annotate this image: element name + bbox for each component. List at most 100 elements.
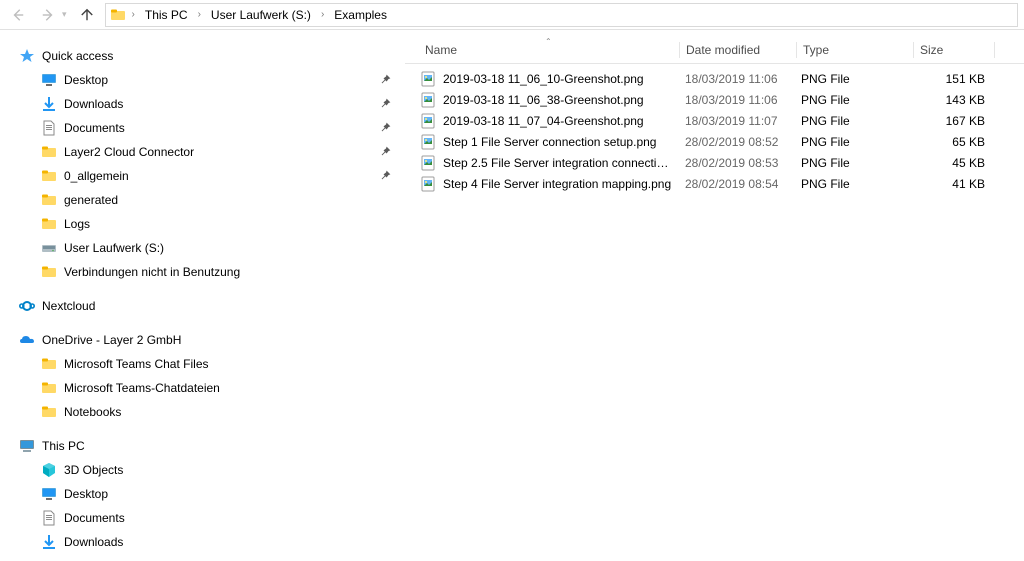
nav-back-button[interactable] bbox=[6, 3, 30, 27]
drive-icon bbox=[40, 239, 58, 257]
tree-item[interactable]: Downloads bbox=[0, 92, 405, 116]
tree-item-label: Downloads bbox=[64, 97, 123, 111]
pin-icon bbox=[381, 146, 391, 159]
document-icon bbox=[40, 509, 58, 527]
chevron-right-icon[interactable]: › bbox=[319, 9, 326, 20]
desktop-icon bbox=[40, 71, 58, 89]
tree-item[interactable]: Notebooks bbox=[0, 400, 405, 424]
file-size: 151 KB bbox=[911, 72, 991, 86]
file-type: PNG File bbox=[795, 156, 911, 170]
file-size: 143 KB bbox=[911, 93, 991, 107]
document-icon bbox=[40, 119, 58, 137]
file-name: Step 1 File Server connection setup.png bbox=[437, 135, 679, 149]
pin-icon bbox=[381, 170, 391, 183]
file-size: 41 KB bbox=[911, 177, 991, 191]
download-icon bbox=[40, 533, 58, 551]
folder-icon bbox=[40, 215, 58, 233]
arrow-left-icon bbox=[11, 8, 25, 22]
tree-item-label: 3D Objects bbox=[64, 463, 123, 477]
folder-icon bbox=[40, 379, 58, 397]
onedrive-icon bbox=[18, 331, 36, 349]
chevron-right-icon[interactable]: › bbox=[130, 9, 137, 20]
file-row[interactable]: Step 1 File Server connection setup.png2… bbox=[405, 131, 1024, 152]
file-row[interactable]: Step 4 File Server integration mapping.p… bbox=[405, 173, 1024, 194]
tree-item[interactable]: Quick access bbox=[0, 44, 405, 68]
file-size: 167 KB bbox=[911, 114, 991, 128]
star-icon bbox=[18, 47, 36, 65]
sort-indicator-icon: ⌃ bbox=[545, 37, 552, 46]
file-type: PNG File bbox=[795, 114, 911, 128]
tree-item[interactable]: User Laufwerk (S:) bbox=[0, 236, 405, 260]
file-type: PNG File bbox=[795, 177, 911, 191]
breadcrumb-examples[interactable]: Examples bbox=[330, 4, 391, 26]
png-file-icon bbox=[419, 71, 437, 87]
tree-item[interactable]: Logs bbox=[0, 212, 405, 236]
file-row[interactable]: 2019-03-18 11_07_04-Greenshot.png18/03/2… bbox=[405, 110, 1024, 131]
column-header-date[interactable]: Date modified bbox=[680, 43, 796, 57]
folder-icon bbox=[40, 167, 58, 185]
file-name: 2019-03-18 11_06_38-Greenshot.png bbox=[437, 93, 679, 107]
breadcrumb-user-laufwerk[interactable]: User Laufwerk (S:) bbox=[207, 4, 315, 26]
chevron-right-icon[interactable]: › bbox=[196, 9, 203, 20]
path-box[interactable]: › This PC › User Laufwerk (S:) › Example… bbox=[105, 3, 1018, 27]
tree-item-label: This PC bbox=[42, 439, 85, 453]
tree-item[interactable]: Layer2 Cloud Connector bbox=[0, 140, 405, 164]
address-bar: ▾ › This PC › User Laufwerk (S:) › Examp… bbox=[0, 0, 1024, 30]
tree-item[interactable]: Microsoft Teams-Chatdateien bbox=[0, 376, 405, 400]
column-divider[interactable] bbox=[994, 42, 995, 58]
tree-item[interactable]: OneDrive - Layer 2 GmbH bbox=[0, 328, 405, 352]
file-date: 18/03/2019 11:06 bbox=[679, 93, 795, 107]
tree-item-label: Quick access bbox=[42, 49, 113, 63]
tree-item-label: Documents bbox=[64, 511, 125, 525]
tree-item-label: User Laufwerk (S:) bbox=[64, 241, 164, 255]
breadcrumb-this-pc[interactable]: This PC bbox=[141, 4, 192, 26]
file-name: Step 4 File Server integration mapping.p… bbox=[437, 177, 679, 191]
tree-item[interactable]: 0_allgemein bbox=[0, 164, 405, 188]
content-pane: ⌃ Name Date modified Type Size 2019-03-1… bbox=[405, 30, 1024, 561]
tree-item-label: OneDrive - Layer 2 GmbH bbox=[42, 333, 181, 347]
tree-item[interactable]: Desktop bbox=[0, 482, 405, 506]
tree-item[interactable]: Nextcloud bbox=[0, 294, 405, 318]
column-header-size[interactable]: Size bbox=[914, 43, 994, 57]
tree-item-label: Layer2 Cloud Connector bbox=[64, 145, 194, 159]
folder-icon bbox=[40, 355, 58, 373]
file-date: 28/02/2019 08:54 bbox=[679, 177, 795, 191]
tree-item-label: Downloads bbox=[64, 535, 123, 549]
tree-item[interactable]: Downloads bbox=[0, 530, 405, 554]
nextcloud-icon bbox=[18, 297, 36, 315]
file-name: 2019-03-18 11_06_10-Greenshot.png bbox=[437, 72, 679, 86]
tree-item[interactable]: Desktop bbox=[0, 68, 405, 92]
png-file-icon bbox=[419, 92, 437, 108]
tree-item[interactable]: This PC bbox=[0, 434, 405, 458]
navigation-pane[interactable]: Quick access Desktop Downloads Documents Lay… bbox=[0, 30, 405, 561]
folder-icon bbox=[40, 263, 58, 281]
tree-item[interactable]: 3D Objects bbox=[0, 458, 405, 482]
tree-item[interactable]: Microsoft Teams Chat Files bbox=[0, 352, 405, 376]
folder-icon bbox=[110, 7, 126, 23]
arrow-up-icon bbox=[80, 8, 94, 22]
column-header-type[interactable]: Type bbox=[797, 43, 913, 57]
tree-item[interactable]: Documents bbox=[0, 506, 405, 530]
folder-icon bbox=[40, 143, 58, 161]
pin-icon bbox=[381, 74, 391, 87]
file-row[interactable]: 2019-03-18 11_06_38-Greenshot.png18/03/2… bbox=[405, 89, 1024, 110]
file-list: 2019-03-18 11_06_10-Greenshot.png18/03/2… bbox=[405, 64, 1024, 194]
tree-item-label: Microsoft Teams-Chatdateien bbox=[64, 381, 220, 395]
tree-item[interactable]: Verbindungen nicht in Benutzung bbox=[0, 260, 405, 284]
nav-forward-button[interactable] bbox=[36, 3, 60, 27]
file-row[interactable]: Step 2.5 File Server integration connect… bbox=[405, 152, 1024, 173]
file-date: 28/02/2019 08:52 bbox=[679, 135, 795, 149]
file-row[interactable]: 2019-03-18 11_06_10-Greenshot.png18/03/2… bbox=[405, 68, 1024, 89]
tree-item-label: 0_allgemein bbox=[64, 169, 129, 183]
tree-item[interactable]: generated bbox=[0, 188, 405, 212]
folder-icon bbox=[40, 191, 58, 209]
png-file-icon bbox=[419, 113, 437, 129]
chevron-down-icon[interactable]: ▾ bbox=[62, 9, 69, 20]
arrow-right-icon bbox=[41, 8, 55, 22]
nav-up-button[interactable] bbox=[75, 3, 99, 27]
png-file-icon bbox=[419, 134, 437, 150]
file-type: PNG File bbox=[795, 93, 911, 107]
tree-item-label: Logs bbox=[64, 217, 90, 231]
file-name: 2019-03-18 11_07_04-Greenshot.png bbox=[437, 114, 679, 128]
tree-item[interactable]: Documents bbox=[0, 116, 405, 140]
